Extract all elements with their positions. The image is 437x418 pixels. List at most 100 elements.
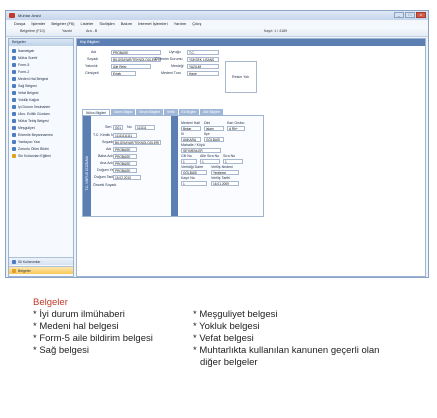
field-dogum-yeri[interactable]: PROBASE [113,168,137,173]
label-nufus-soyadi: Soyadı [102,140,114,144]
label-seri: Seri [105,125,112,129]
field-seri[interactable]: G01 [113,125,123,130]
doc-item-yokluk[interactable]: Yoklük Kağıdı [12,97,39,103]
menu-listeler[interactable]: Listeler [80,21,93,26]
label-ana: Ana Adı [100,161,113,165]
folder-icon [12,268,16,273]
doc-item-form-5[interactable]: Form-5 [12,62,29,68]
field-dini[interactable]: İslam [204,126,224,131]
label-uyruk: Uyruğu [169,50,181,54]
caption-item: diğer belgeler [200,357,258,368]
doc-item-label: Meşguliyet [18,126,35,130]
menu-bar: Dosya İşlemler Belgeler (F6) Listeler Si… [6,20,428,27]
document-icon [12,63,16,67]
label-no: No [127,125,132,129]
label-ad: Adı [91,50,97,54]
field-ilce[interactable]: GÖLBAŞI [204,137,224,142]
field-verildigi[interactable]: GÖLBAŞI [181,170,207,175]
maximize-button[interactable]: □ [405,12,415,18]
doc-item-label: Ulus. Evlilik Cüzdanı [18,112,50,116]
close-button[interactable]: x [416,12,426,18]
doc-item-label: Form-2 [18,70,30,74]
field-medeni-hali[interactable]: Bekar [181,126,201,131]
menu-dosya[interactable]: Dosya [14,21,25,26]
menu-bakim[interactable]: Bakım [121,21,132,26]
field-soyadi[interactable]: BİLGİSAYAR/TEKNOLOJİLERİ [111,57,161,62]
toolbar-belgeler-button[interactable]: Belgelere (F10) [20,29,45,33]
field-sira[interactable]: 1 [223,159,243,164]
label-baba: Baba Adı [98,154,113,158]
caption-item: * Sağ belgesi [33,345,89,356]
doc-item-label: Vefat Belgesi [18,91,39,95]
field-dogum-tarihi[interactable]: 15.02.2010 [113,175,141,180]
nufus-card: T.C. NÜFUS CÜZDANI Seri G01 No 111111 T.… [82,115,264,217]
doc-item-beyanname[interactable]: Erkenlie Beyannamesi [12,132,53,138]
documents-pane-header: Belgeler [9,39,73,46]
menu-islemler[interactable]: İşlemler [31,21,45,26]
field-yakinlik[interactable]: Aile Reisi [111,64,151,69]
nav-sil-kullanimlar[interactable]: Sil Kullanımlar [9,257,73,265]
doc-item-sag-belgesi[interactable]: Sağ Belgesi [12,83,37,89]
field-cinsiyeti[interactable]: Erkek [111,71,136,76]
users-icon [12,259,16,264]
doc-item-ikametgah[interactable]: İkametgah [12,48,34,54]
title-bar: Muhtar Arsivi _ □ x [6,11,428,20]
doc-item-vefat[interactable]: Vefat Belgesi [12,90,38,96]
doc-item-iyi-durum[interactable]: İyi Durum İlmuhaberi [12,104,50,110]
toolbar-search-button[interactable]: Ara - B [86,29,97,33]
caption-item: * Medeni hal belgesi [33,321,119,332]
doc-item-egitim[interactable]: Sin Kullanılan Eğitimi [12,153,51,159]
label-meslek: Mesleği [171,64,184,68]
field-meslek[interactable]: YAZILIM [187,64,219,69]
menu-cikis[interactable]: Çıkış [192,21,201,26]
menu-belgeler[interactable]: Belgeler (F6) [51,21,74,26]
field-aile-sira[interactable]: 1 [200,159,220,164]
toolbar-print-button[interactable]: Yazdır [62,29,72,33]
menu-sicilislim[interactable]: Sicilişlim [99,21,114,26]
nufus-card-strip: T.C. NÜFUS CÜZDANI [83,116,91,216]
document-icon [12,147,16,151]
minimize-button[interactable]: _ [394,12,404,18]
field-cilt[interactable]: 1 [181,159,197,164]
field-ana[interactable]: PROBASE [113,161,137,166]
field-tckimlik[interactable]: 11111111111 [113,133,137,138]
photo-box[interactable]: Resim Yok [225,61,257,93]
field-kan[interactable]: A Rh+ [227,126,245,131]
nav-label: Belgeler [18,268,31,273]
field-uyruk[interactable]: T.C. [187,50,219,55]
doc-item-evlilik[interactable]: Ulus. Evlilik Cüzdanı [12,111,50,117]
field-kayit[interactable]: 1 [181,181,207,186]
caption-item: * İyi durum ilmühaberi [33,309,125,320]
label-aile-sira: Aile Sıra No [200,154,220,158]
menu-yardim[interactable]: Yardım [174,21,187,26]
field-baba[interactable]: PROBASE [113,154,137,159]
label-sira: Sıra No [223,154,236,158]
document-icon [12,91,16,95]
field-verilis-nedeni[interactable]: Yenileme [211,170,239,175]
star-icon [12,154,16,158]
person-panel: Kişi Bilgileri Adı PROBASE Soyadı BİLGİS… [76,38,426,277]
doc-item-olum-bildiri[interactable]: Zorunlu Ölüm Bildiri [12,146,49,152]
document-icon [12,49,16,53]
field-verilis-tarihi[interactable]: 16.01.2009 [211,181,239,186]
field-il[interactable]: ANKARA [181,137,201,142]
field-mahalle[interactable]: SEYMENLER [181,148,221,153]
doc-item-medeni-hal[interactable]: Medeni Hal Belgesi [12,76,48,82]
menu-internet[interactable]: İnternet İşlemleri [138,21,168,26]
field-ad[interactable]: PROBASE [111,50,161,55]
doc-item-yazi[interactable]: Yardayıcı Yazı [12,139,40,145]
label-soyadi: Soyadı [87,57,99,61]
field-nufus-soyadi[interactable]: BİLGİSAYAR/TEKNOLOJİLERİ [113,140,161,145]
doc-item-nufus-sureti[interactable]: Nüfus Sureti [12,55,37,61]
field-ogrenim[interactable]: YÜKSEK LİSANS [187,57,219,62]
nav-belgeler[interactable]: Belgeler [9,266,73,274]
doc-item-tebis[interactable]: Nüfus Tebiş Belgesi [12,118,49,124]
field-nufus-adi[interactable]: PROBASE [113,147,137,152]
doc-item-mesguliyet[interactable]: Meşguliyet [12,125,35,131]
label-yakinlik: Yakınlık [85,64,98,68]
field-no[interactable]: 111111 [135,125,155,130]
record-counter: Kayıt: 1 / 4189 [264,29,288,33]
field-medeni-turu[interactable]: Hane [187,71,219,76]
doc-item-form-2[interactable]: Form-2 [12,69,29,75]
nav-label: Sil Kullanımlar [18,259,41,264]
